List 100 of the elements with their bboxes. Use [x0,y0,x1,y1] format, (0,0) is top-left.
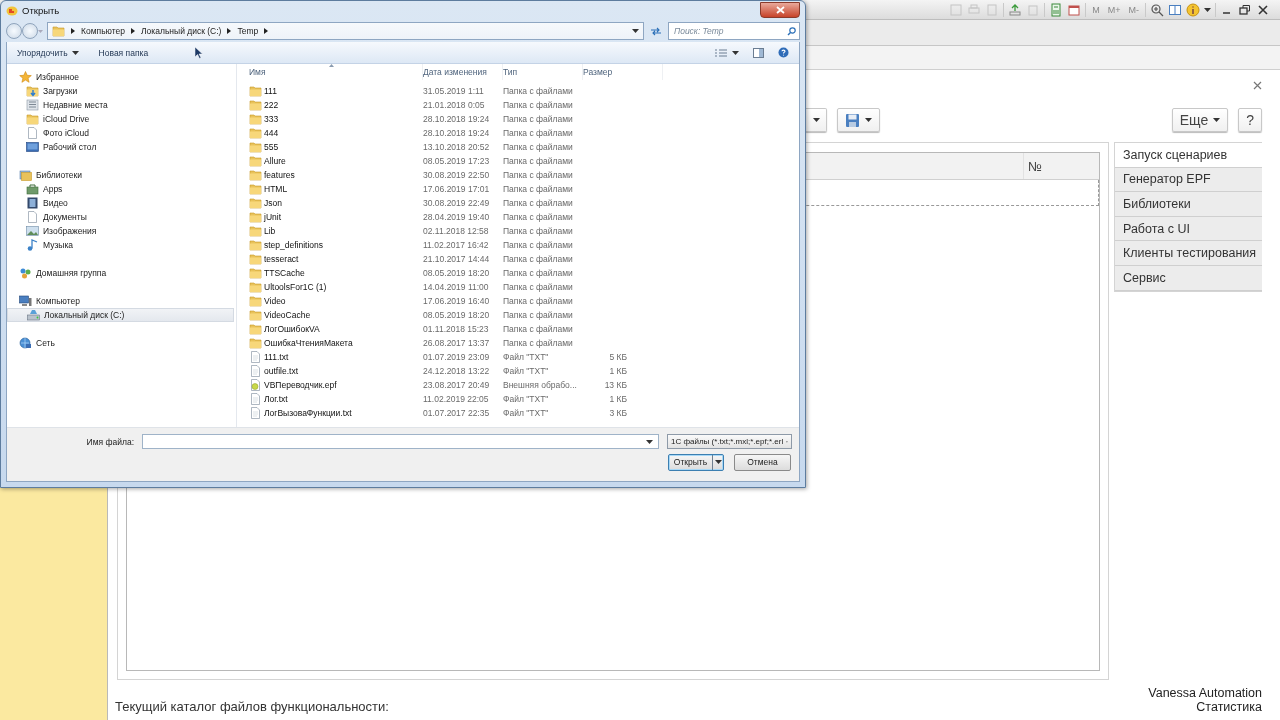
file-name[interactable]: step_definitions [237,239,423,251]
tab[interactable]: Работа с UI [1115,216,1262,242]
nav-item[interactable]: Фото iCloud [7,126,234,140]
file-name[interactable]: HTML [237,183,423,195]
dropdown-button[interactable] [806,108,827,132]
folder-icon [249,281,262,293]
zoom-icon[interactable] [1150,2,1164,17]
file-name[interactable]: 111 [237,85,423,97]
back-button[interactable] [6,23,22,39]
help-icon[interactable] [778,47,789,58]
folder-icon [249,253,262,265]
folder-icon [249,183,262,195]
preview-pane-icon[interactable] [753,47,764,58]
nav-item[interactable]: Недавние места [7,98,234,112]
more-button[interactable]: Еще [1171,108,1229,132]
nav-item[interactable]: Apps [7,182,234,196]
column-header[interactable]: Размер [583,64,663,80]
modified-date: 28.10.2018 19:24 [423,114,491,124]
nav-item[interactable]: Музыка [7,238,234,252]
tab[interactable]: Сервис [1115,265,1262,291]
nav-item[interactable]: Локальный диск (C:) [7,308,234,322]
file-type: Папка с файлами [503,100,574,110]
nav-item[interactable]: Компьютер [7,294,234,308]
file-name[interactable]: Allure [237,155,423,167]
help-button[interactable]: ? [1238,108,1262,132]
file-type: Файл "TXT" [503,352,550,362]
file-name[interactable]: VBПереводчик.epf [237,379,423,391]
breadcrumb-item[interactable]: Локальный диск (C:) [141,26,222,36]
forward-button[interactable] [22,23,38,39]
file-size: 1 КБ [608,366,627,376]
column-header[interactable]: № [1023,153,1099,179]
nav-item[interactable]: Библиотеки [7,168,234,182]
file-name[interactable]: 333 [237,113,423,125]
caret-icon [1213,118,1221,122]
breadcrumb-item[interactable]: Temp [237,26,259,36]
nav-item[interactable]: Сеть [7,336,234,350]
open-button[interactable]: Открыть [668,453,724,471]
new-folder-button[interactable]: Новая папка [98,47,149,58]
save-dropdown-button[interactable] [837,108,880,132]
file-name[interactable]: features [237,169,423,181]
file-name-field[interactable] [142,434,659,449]
nav-item[interactable]: Документы [7,210,234,224]
info-icon[interactable] [1186,2,1200,17]
file-name[interactable]: 444 [237,127,423,139]
text-file-icon [249,393,262,405]
file-name[interactable]: Video [237,295,423,307]
file-name[interactable]: 222 [237,99,423,111]
nav-item[interactable]: Видео [7,196,234,210]
nav-item[interactable]: Рабочий стол [7,140,234,154]
address-bar[interactable]: Компьютер Локальный диск (C:) Temp [47,22,644,40]
modified-date: 13.10.2018 20:52 [423,142,491,152]
file-name[interactable]: tesseract [237,253,423,265]
panel-icon[interactable] [1168,2,1182,17]
app-logo-icon [6,5,18,16]
file-name[interactable]: 555 [237,141,423,153]
file-name[interactable]: jUnit [237,211,423,223]
file-type: Папка с файлами [503,128,574,138]
file-type: Файл "TXT" [503,408,550,418]
homegroup-icon [19,267,32,279]
file-name[interactable]: ОшибкаЧтенияМакета [237,337,423,349]
statistics-link[interactable]: Статистика [1196,700,1262,714]
file-name[interactable]: ЛогВызоваФункции.txt [237,407,423,419]
upload-icon[interactable] [1008,2,1023,17]
organize-button[interactable]: Упорядочить [17,47,79,58]
file-name[interactable]: Json [237,197,423,209]
restore-icon[interactable] [1238,2,1252,17]
modified-date: 30.08.2019 22:50 [423,170,491,180]
tab[interactable]: Генератор EPF [1115,167,1262,193]
view-menu-button[interactable] [715,48,739,57]
text-file-icon [249,365,262,377]
column-header[interactable]: Тип [503,64,583,80]
tab[interactable]: Клиенты тестирования [1115,241,1262,266]
nav-item[interactable]: Загрузки [7,84,234,98]
nav-item[interactable]: Избранное [7,70,234,84]
document-icon [26,211,39,223]
cancel-button[interactable]: Отмена [734,453,791,471]
folder-icon [26,113,39,125]
close-button[interactable] [760,1,800,18]
file-type-dropdown[interactable]: 1С файлы (*.txt;*.mxl;*.epf;*.erl [667,434,792,449]
folder-icon [249,141,262,153]
file-name[interactable]: ЛогОшибокVA [237,323,423,335]
search-field[interactable]: Поиск: Temp [668,22,800,40]
close-icon[interactable] [1256,2,1270,17]
column-header[interactable]: Дата изменения [423,64,503,80]
modified-date: 08.05.2019 17:23 [423,156,491,166]
nav-item[interactable]: iCloud Drive [7,112,234,126]
file-name[interactable]: UltoolsFor1C (1) [237,281,423,293]
file-name[interactable]: VideoCache [237,309,423,321]
calendar-icon[interactable] [1067,2,1082,17]
file-name[interactable]: Lib [237,225,423,237]
nav-item[interactable]: Домашняя группа [7,266,234,280]
file-name[interactable]: 111.txt [237,351,423,363]
file-name[interactable]: Лог.txt [237,393,423,405]
nav-item[interactable]: Изображения [7,224,234,238]
tab[interactable]: Библиотеки [1115,192,1262,217]
calculator-icon[interactable] [1049,2,1064,17]
breadcrumb-item[interactable]: Компьютер [81,26,125,36]
file-name[interactable]: TTSCache [237,267,423,279]
file-name[interactable]: outfile.txt [237,365,423,377]
folder-icon [249,85,262,97]
